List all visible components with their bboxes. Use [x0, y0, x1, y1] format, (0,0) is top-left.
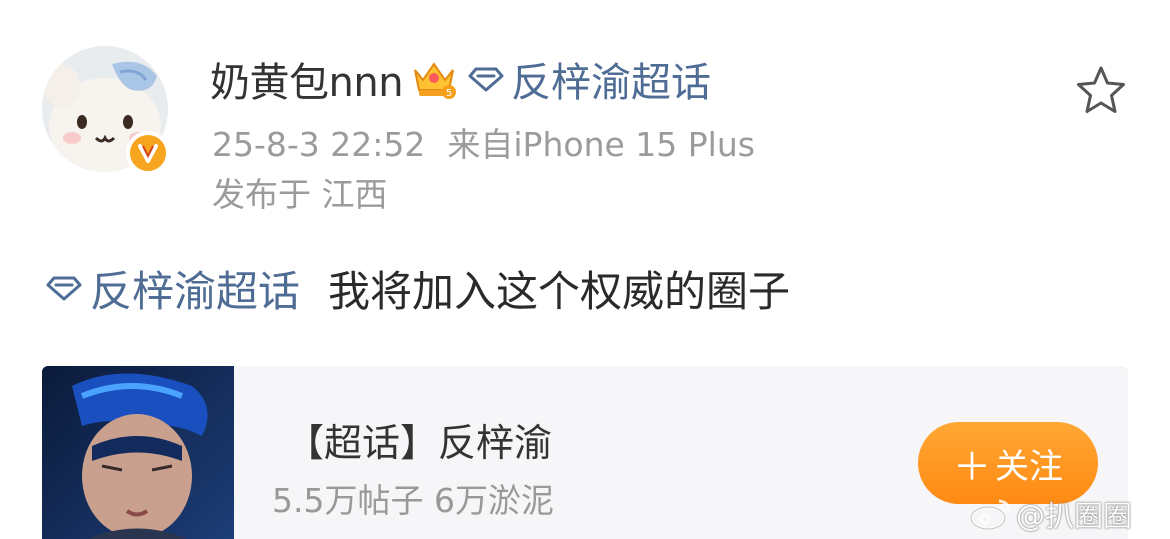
header-topic-link[interactable]: 反梓渝超话	[511, 50, 711, 108]
username[interactable]: 奶黄包nnn	[210, 50, 404, 108]
post-meta: 25-8-3 22:52 来自iPhone 15 Plus	[212, 118, 755, 166]
watermark-text: @扒圈圈	[1016, 499, 1133, 533]
svg-text:5: 5	[446, 88, 452, 99]
watermark: @扒圈圈	[968, 494, 1132, 534]
weibo-logo-icon	[968, 497, 1012, 531]
post-topic-link[interactable]: 反梓渝超话	[90, 258, 300, 319]
diamond-topic-icon	[44, 273, 84, 303]
post-content: 反梓渝超话 我将加入这个权威的圈子	[44, 258, 790, 318]
star-icon[interactable]	[1074, 64, 1128, 116]
card-title: 【超话】反梓渝	[286, 421, 553, 465]
card-stats: 5.5万帖子 6万淤泥	[272, 481, 554, 520]
post-source: 来自iPhone 15 Plus	[447, 125, 755, 164]
post-location: 发布于 江西	[212, 175, 388, 214]
follow-button[interactable]: ＋ 关注	[918, 422, 1098, 504]
weibo-post-screen: 奶黄包nnn 5 反梓渝超话 25-8-3 22:52 来自iPhone 15 P…	[0, 0, 1170, 539]
post-body-text: 我将加入这个权威的圈子	[328, 266, 791, 316]
author-row: 奶黄包nnn 5 反梓渝超话	[210, 52, 711, 106]
crown-level-icon: 5	[411, 56, 457, 102]
super-topic-card[interactable]: 【超话】反梓渝 5.5万帖子 6万淤泥 ＋ 关注	[42, 366, 1128, 539]
post-time: 25-8-3 22:52	[212, 125, 426, 164]
card-thumbnail	[42, 366, 234, 539]
verified-badge-icon	[126, 131, 170, 175]
plus-icon: ＋	[952, 444, 991, 489]
follow-label: 关注	[995, 446, 1063, 487]
diamond-topic-icon	[467, 64, 505, 94]
